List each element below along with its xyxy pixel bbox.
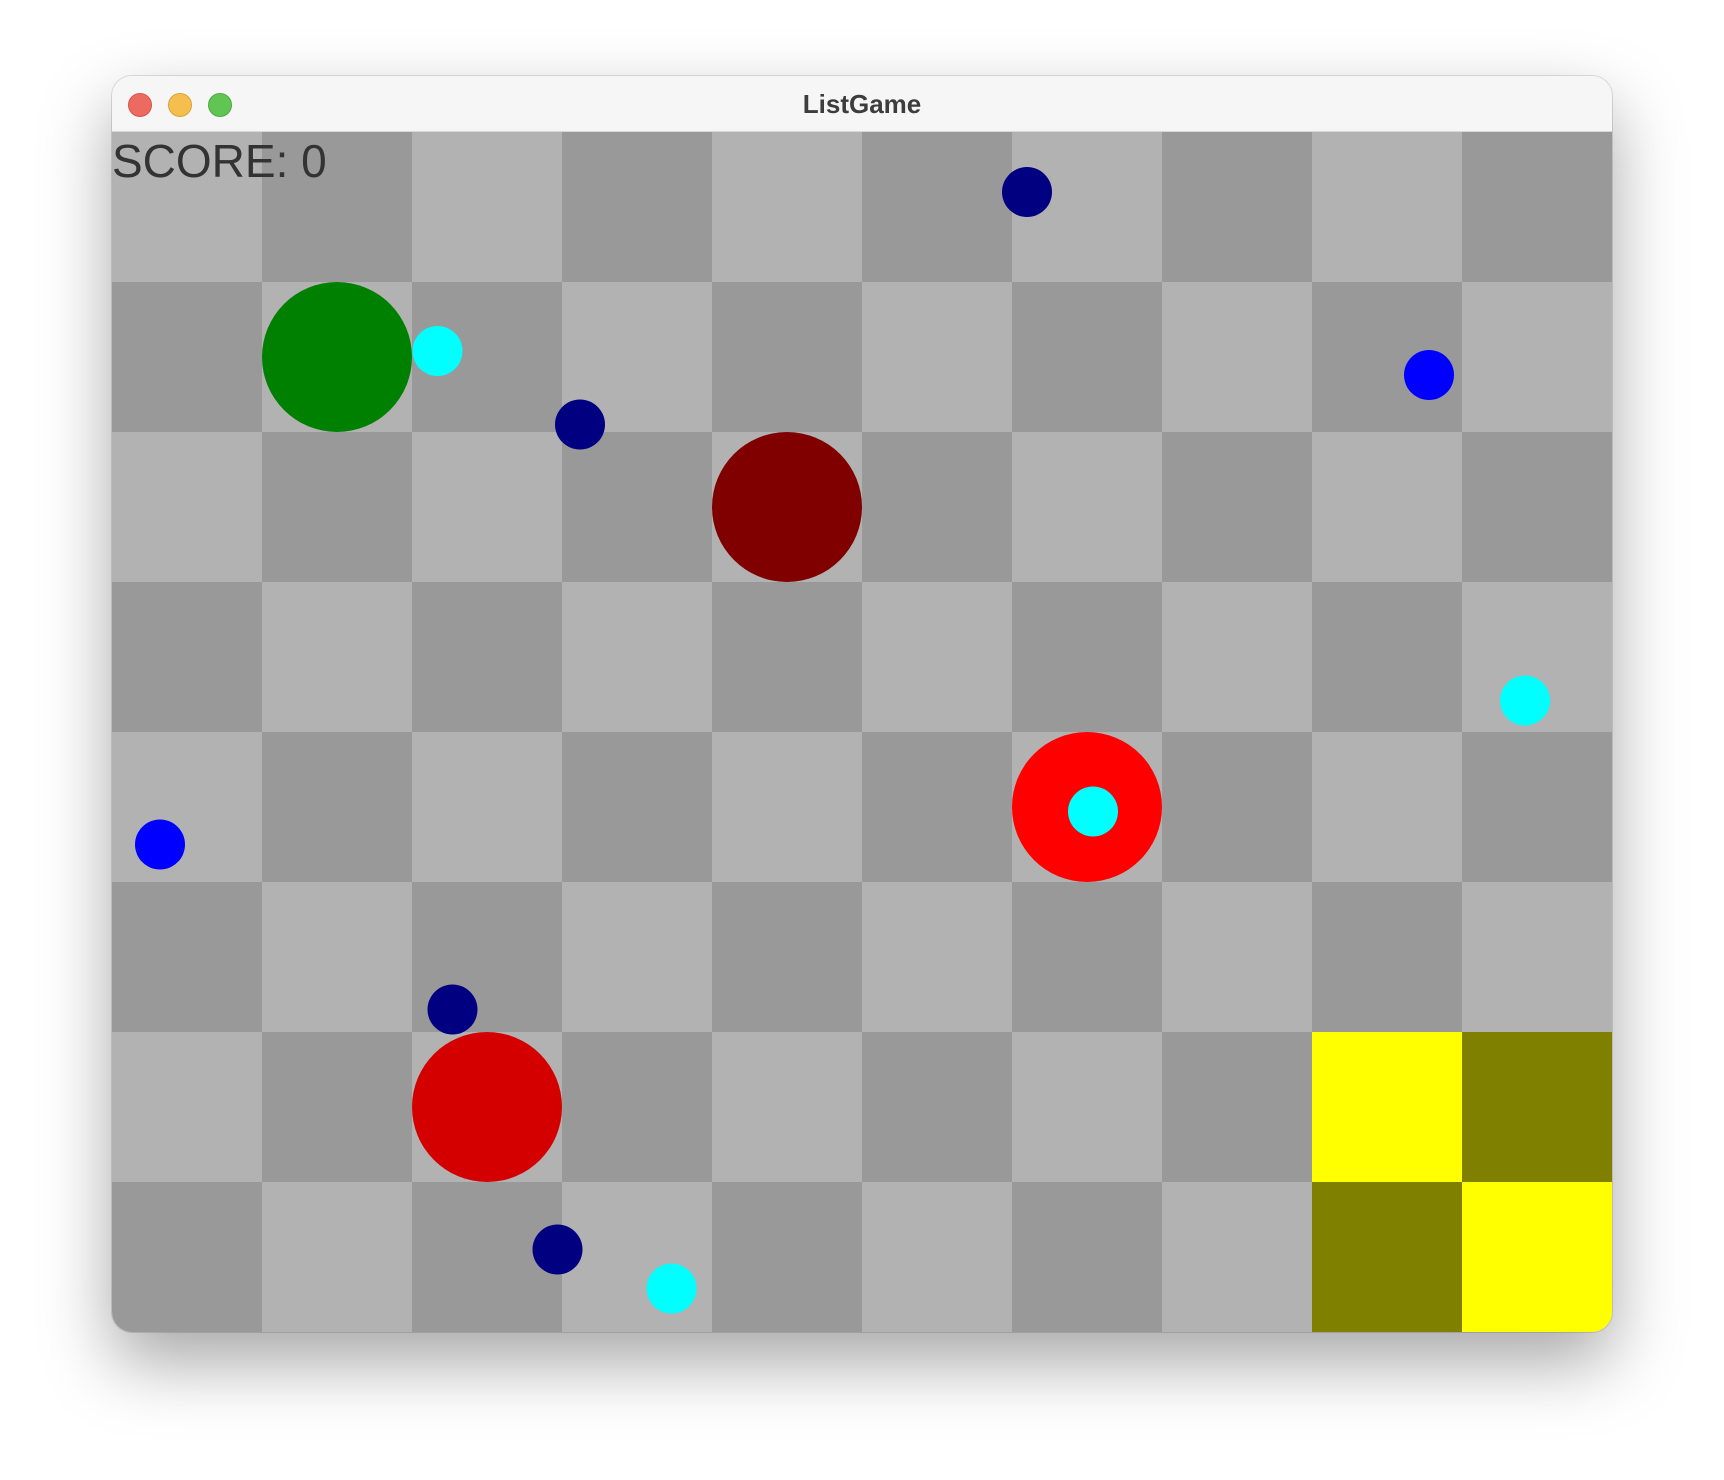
floor-tile <box>412 582 562 732</box>
floor-tile <box>262 732 412 882</box>
floor-tile <box>562 882 712 1032</box>
goal-tile <box>1312 1182 1462 1332</box>
goal-tile <box>1462 1032 1612 1182</box>
floor-tile <box>1312 432 1462 582</box>
floor-tile <box>112 582 262 732</box>
game-window: ListGame SCORE: 0 <box>112 76 1612 1332</box>
floor-tile <box>262 1032 412 1182</box>
pellet-cyan <box>412 326 463 376</box>
floor-tile <box>712 132 862 282</box>
floor-tile <box>712 582 862 732</box>
floor-tile <box>1012 282 1162 432</box>
floor-tile <box>712 882 862 1032</box>
pellet-navy <box>555 399 605 450</box>
floor-tile <box>1462 732 1612 882</box>
floor-tile <box>562 132 712 282</box>
floor-tile <box>562 432 712 582</box>
floor-tile <box>1162 432 1312 582</box>
floor-tile <box>862 132 1012 282</box>
enemy-dark-red <box>712 432 862 582</box>
floor-tile <box>712 282 862 432</box>
floor-tile <box>1462 132 1612 282</box>
score-label: SCORE: 0 <box>112 135 327 187</box>
floor-tile <box>1012 1032 1162 1182</box>
pellet-cyan <box>646 1263 697 1314</box>
floor-tile <box>112 882 262 1032</box>
board-canvas[interactable] <box>112 132 1612 1332</box>
floor-tile <box>412 132 562 282</box>
floor-tile <box>562 1182 712 1332</box>
floor-tile <box>862 432 1012 582</box>
pellet-cyan <box>1500 675 1550 726</box>
floor-tile <box>862 1032 1012 1182</box>
floor-tile <box>412 732 562 882</box>
floor-tile <box>262 432 412 582</box>
floor-tile <box>712 1032 862 1182</box>
floor-tile <box>1312 882 1462 1032</box>
floor-tile <box>1312 582 1462 732</box>
floor-tile <box>562 732 712 882</box>
floor-tile <box>112 282 262 432</box>
player-green <box>262 282 412 432</box>
floor-tile <box>112 1182 262 1332</box>
floor-tile <box>712 1182 862 1332</box>
pellet-navy <box>532 1224 583 1275</box>
game-board[interactable]: SCORE: 0 <box>112 132 1612 1332</box>
floor-tile <box>862 732 1012 882</box>
floor-tile <box>1462 882 1612 1032</box>
floor-tile <box>562 1032 712 1182</box>
floor-tile <box>112 432 262 582</box>
floor-tile <box>262 582 412 732</box>
title-bar[interactable]: ListGame <box>112 76 1612 132</box>
pellet-blue <box>135 819 185 870</box>
floor-tile <box>1462 432 1612 582</box>
floor-tile <box>1012 1182 1162 1332</box>
floor-tile <box>1012 432 1162 582</box>
floor-tile <box>1462 282 1612 432</box>
floor-tile <box>1162 1182 1312 1332</box>
floor-tile <box>1012 582 1162 732</box>
goal-tile <box>1462 1182 1612 1332</box>
floor-tile <box>562 582 712 732</box>
floor-tile <box>412 432 562 582</box>
pellet-navy <box>427 984 478 1035</box>
floor-tile <box>1162 132 1312 282</box>
floor-tile <box>862 882 1012 1032</box>
window-title: ListGame <box>802 89 922 119</box>
floor-tile <box>1312 732 1462 882</box>
floor-tile <box>1012 882 1162 1032</box>
floor-tile <box>1162 1032 1312 1182</box>
pellet-navy <box>1002 167 1052 217</box>
pellet-cyan <box>1068 786 1118 837</box>
floor-tile <box>862 582 1012 732</box>
floor-tile <box>1162 882 1312 1032</box>
floor-tile <box>112 732 262 882</box>
floor-tile <box>862 282 1012 432</box>
floor-tile <box>1162 582 1312 732</box>
floor-tile <box>862 1182 1012 1332</box>
floor-tile <box>1312 132 1462 282</box>
floor-tile <box>262 1182 412 1332</box>
goal-tile <box>1312 1032 1462 1182</box>
enemy-crimson <box>412 1032 562 1182</box>
floor-tile <box>1162 732 1312 882</box>
floor-tile <box>262 882 412 1032</box>
pellet-blue <box>1404 350 1454 400</box>
floor-tile <box>112 1032 262 1182</box>
floor-tile <box>712 732 862 882</box>
floor-tile <box>1162 282 1312 432</box>
